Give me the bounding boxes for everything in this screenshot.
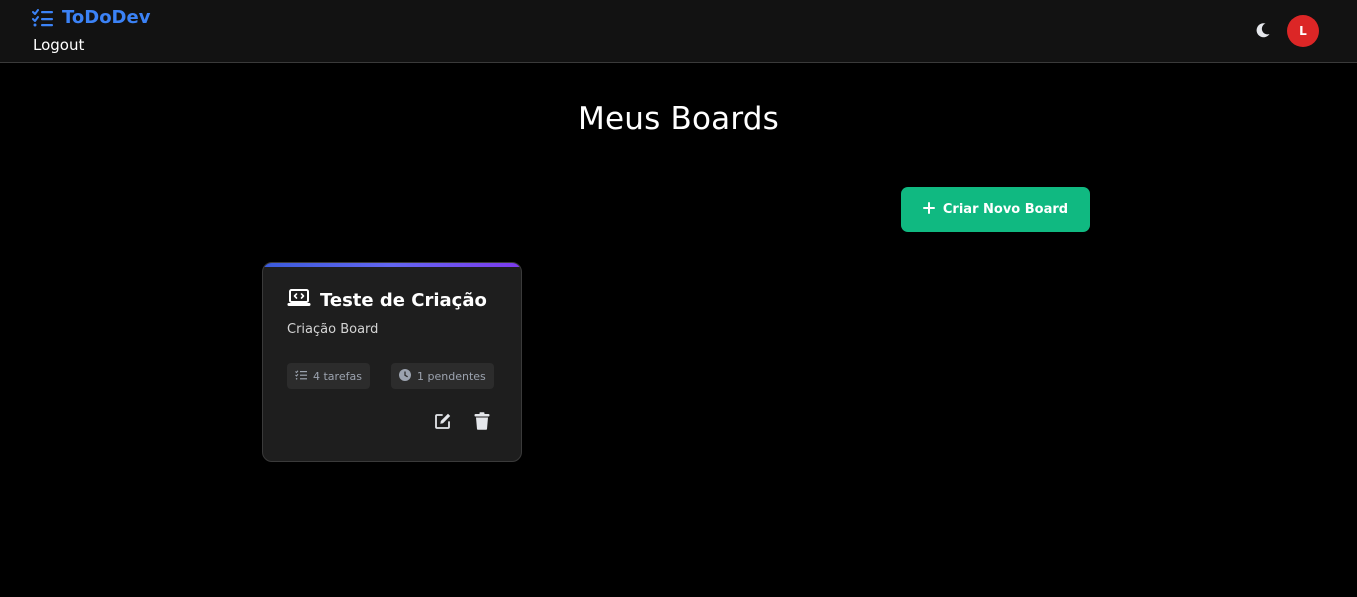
page-title: Meus Boards xyxy=(578,101,779,137)
laptop-code-icon xyxy=(287,289,311,311)
clock-icon xyxy=(399,368,411,384)
board-title: Teste de Criação xyxy=(320,289,487,311)
tasks-count-badge: 4 tarefas xyxy=(287,363,370,389)
moon-icon[interactable] xyxy=(1254,21,1272,39)
card-accent-bar xyxy=(263,263,521,267)
tasks-list-icon xyxy=(32,8,54,27)
pending-count-badge: 1 pendentes xyxy=(391,363,494,389)
board-card[interactable]: Teste de Criação Criação Board 4 tarefas… xyxy=(262,262,522,462)
trash-icon[interactable] xyxy=(472,411,492,431)
brand-link[interactable]: ToDoDev xyxy=(32,7,150,28)
logout-link[interactable]: Logout xyxy=(33,36,84,54)
board-description: Criação Board xyxy=(287,322,379,337)
create-board-button[interactable]: Criar Novo Board xyxy=(901,187,1090,232)
tasks-count: 4 tarefas xyxy=(313,369,362,383)
plus-icon xyxy=(922,201,935,218)
user-avatar[interactable]: L xyxy=(1287,15,1319,47)
create-board-label: Criar Novo Board xyxy=(942,202,1069,217)
brand-name: ToDoDev xyxy=(62,7,151,28)
navbar: ToDoDev Logout L xyxy=(0,0,1357,63)
tasks-list-icon xyxy=(295,369,307,383)
pending-count: 1 pendentes xyxy=(417,369,486,383)
board-title-row: Teste de Criação xyxy=(287,289,487,311)
edit-icon[interactable] xyxy=(433,411,453,431)
